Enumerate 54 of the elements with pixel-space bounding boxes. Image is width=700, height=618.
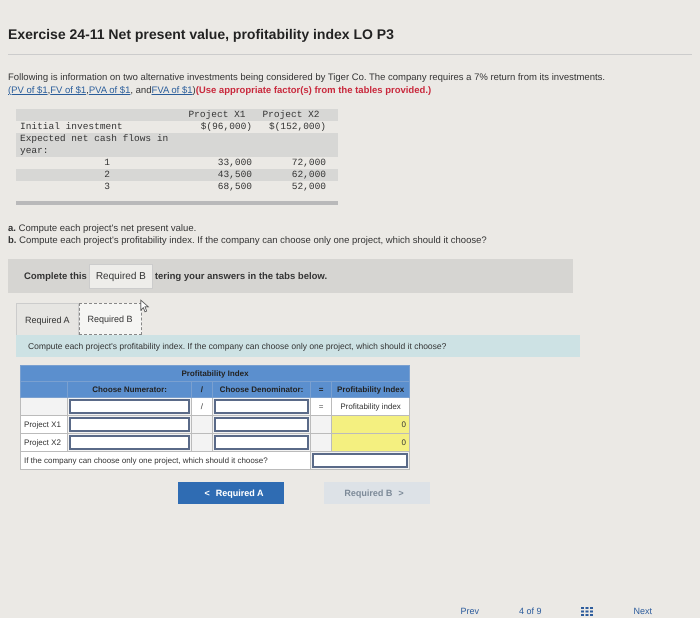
column-header: Choose Denominator: [212,382,310,398]
input-field[interactable] [69,399,190,414]
row-label: 3 [103,181,111,193]
input-field[interactable] [69,417,190,432]
nav-button[interactable]: < Required A [178,482,284,504]
table-cell-text: 43,500 [216,169,253,181]
exercise-title: Exercise 24-11 Net present value, profitability index LO P3 [8,26,395,42]
row-label: Initial investment [19,121,124,133]
table-cell-text: 62,000 [290,169,327,181]
next-link[interactable]: Next [633,606,652,616]
table-cell-text: $(96,000) [200,121,253,133]
intro-paragraph: Following is information on two alternative investments being considered by Tiger Co. The company requires a 7% return from its investments. (PV of $1,FV of $1,PVA of $1, andFVA of $1)(Use appropriate factor(s) from the tables provided.) [8,71,606,97]
question-text: b. Compute each project's profitability index. If the company can choose only one project, which should it choose? [8,235,488,247]
row-label: Project X2 [20,434,68,452]
table-link[interactable]: (PV of $1 [8,85,48,96]
table-cell-text: 68,500 [216,181,253,193]
cursor-icon [140,299,150,313]
column-header: Project X2 [261,109,320,121]
tab[interactable]: Required B [78,303,142,335]
instruction-text: Complete this [24,270,87,282]
question-text: a. Compute each project's net present value. [8,223,198,235]
table-cell-text: 33,000 [216,157,253,169]
column-subheader: Profitability index [332,398,410,416]
question-text: If the company can choose only one project, which should it choose? [20,452,310,470]
answer-field[interactable] [312,453,408,468]
prompt-text: Compute each project's profitability index. If the company can choose only one project, which should it choose? [16,335,580,357]
result-cell: 0 [332,416,410,434]
table-title: Profitability Index [20,366,410,382]
column-header: Project X1 [187,109,246,121]
grid-icon[interactable] [581,606,594,616]
row-label: 1 [103,157,111,169]
input-field[interactable] [214,399,309,414]
divide-sign: / [191,398,212,416]
table-link[interactable]: FVA of $1 [152,85,193,96]
column-header: Profitability Index [332,382,410,398]
input-field[interactable] [214,435,309,450]
row-label: Project X1 [20,416,68,434]
instruction-text: tering your answers in the tabs below. [154,270,328,282]
tab[interactable]: Required A [16,303,79,335]
page-counter: 4 of 9 [518,606,542,616]
equals-sign: = [310,398,332,416]
tooltip: Required B [88,264,153,288]
result-cell: 0 [332,434,410,452]
table-link[interactable]: PVA of $1 [88,85,130,96]
input-field[interactable] [69,435,190,450]
row-label: Expected net cash flows in year: [19,133,170,157]
table-link[interactable]: FV of $1 [50,85,86,96]
prev-link[interactable]: Prev [460,606,479,616]
table-cell-text: 72,000 [290,157,327,169]
table-cell-text: $(152,000) [268,121,327,133]
input-field[interactable] [214,417,309,432]
table-cell-text: 52,000 [290,181,327,193]
column-header: Choose Numerator: [68,382,192,398]
row-label: 2 [103,169,111,181]
